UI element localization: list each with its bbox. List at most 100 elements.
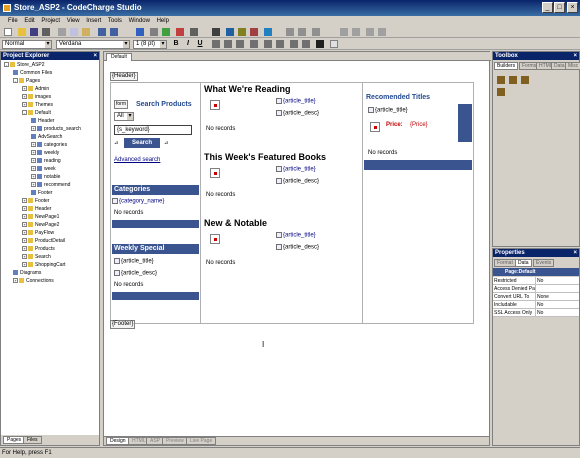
save-icon[interactable] [30, 28, 38, 36]
record-icon[interactable] [162, 28, 170, 36]
category-select[interactable]: All [114, 112, 134, 121]
new-icon[interactable] [4, 28, 12, 36]
tab-files[interactable]: Files [23, 436, 42, 444]
expand-icon[interactable]: + [31, 158, 36, 164]
tree-item[interactable]: + NewPage2 [22, 222, 59, 229]
expand-icon[interactable]: + [31, 174, 36, 180]
expand-icon[interactable]: + [22, 94, 27, 100]
pointer-icon[interactable] [212, 28, 220, 36]
expand-icon[interactable]: + [31, 126, 36, 132]
collapse-icon[interactable]: - [4, 62, 9, 68]
style-select[interactable]: Normal [2, 40, 52, 49]
prop-tab-events[interactable]: Events [533, 259, 555, 267]
record-builder-icon[interactable] [509, 76, 517, 84]
expand-icon[interactable]: + [22, 102, 27, 108]
menu-builder-icon[interactable] [497, 88, 505, 96]
align-icon[interactable] [286, 28, 294, 36]
recommend-title-field[interactable]: {article_title} [375, 108, 408, 114]
font-select[interactable]: Verdana [56, 40, 130, 49]
split-cells-icon[interactable] [352, 28, 360, 36]
keyword-input[interactable]: {s_keyword} [114, 125, 192, 135]
copy-icon[interactable] [70, 28, 78, 36]
close-icon[interactable]: × [573, 249, 577, 257]
reading-desc-field[interactable]: {article_desc} [283, 111, 319, 117]
insert-row-icon[interactable] [366, 28, 374, 36]
notable-desc-field[interactable]: {article_desc} [283, 245, 319, 251]
italic-button[interactable]: I [184, 40, 192, 48]
tree-item[interactable]: + reading [31, 158, 61, 165]
bullet-list-icon[interactable] [264, 40, 272, 48]
undo-icon[interactable] [98, 28, 106, 36]
grid-icon[interactable] [150, 28, 158, 36]
tree-item[interactable]: + ProductDetail [22, 238, 65, 245]
close-button[interactable]: × [567, 2, 578, 13]
tab-live-page[interactable]: Live Page [186, 437, 217, 445]
publish-icon[interactable] [264, 28, 272, 36]
expand-icon[interactable]: + [22, 198, 27, 204]
merge-cells-icon[interactable] [340, 28, 348, 36]
property-row[interactable]: Access Denied Pa [493, 285, 579, 293]
notable-title-field[interactable]: {article_title} [283, 233, 316, 239]
menu-edit[interactable]: Edit [24, 18, 34, 24]
tree-item[interactable]: + Products [22, 246, 55, 253]
expand-icon[interactable]: + [22, 206, 27, 212]
text-color-icon[interactable] [316, 40, 324, 48]
debug-icon[interactable] [250, 28, 258, 36]
search-builder-icon[interactable] [176, 28, 184, 36]
tree-item[interactable]: + Header [22, 206, 51, 213]
tree-item[interactable]: + products_search [31, 126, 81, 133]
tree-item[interactable]: + Connections [13, 278, 54, 285]
menu-window[interactable]: Window [129, 18, 150, 24]
close-icon[interactable]: × [93, 52, 97, 60]
align-left-icon[interactable] [212, 40, 220, 48]
property-row[interactable]: SSL Access Only No [493, 309, 579, 317]
tree-item[interactable]: AdvSearch [31, 134, 62, 141]
open-icon[interactable] [18, 28, 26, 36]
footer-include[interactable]: {Footer} [110, 320, 136, 329]
expand-icon[interactable]: + [22, 214, 27, 220]
minimize-button[interactable]: _ [542, 2, 553, 13]
align-center-icon[interactable] [224, 40, 232, 48]
tree-item[interactable]: + Admin [22, 86, 49, 93]
expand-icon[interactable]: + [31, 150, 36, 156]
collapse-icon[interactable]: - [22, 110, 27, 116]
indent-icon[interactable] [298, 28, 306, 36]
property-row[interactable]: Convert URL To None [493, 293, 579, 301]
featured-title-field[interactable]: {article_title} [283, 167, 316, 173]
tree-item[interactable]: - Pages [13, 78, 40, 85]
tree-item[interactable]: + Search [22, 254, 51, 261]
tree-item[interactable]: Header [31, 118, 54, 125]
advanced-search-link[interactable]: Advanced search [114, 157, 160, 163]
tree-item[interactable]: Diagrams [13, 270, 41, 277]
tab-design[interactable]: Design [106, 437, 130, 445]
justify-icon[interactable] [250, 40, 258, 48]
property-row[interactable]: Restricted No [493, 277, 579, 285]
save-all-icon[interactable] [42, 28, 50, 36]
tree-item[interactable]: - Store_ASP2 [4, 62, 45, 69]
expand-icon[interactable]: + [22, 222, 27, 228]
cut-icon[interactable] [58, 28, 66, 36]
expand-icon[interactable]: + [22, 86, 27, 92]
expand-icon[interactable]: + [22, 246, 27, 252]
redo-icon[interactable] [110, 28, 118, 36]
expand-icon[interactable]: + [22, 230, 27, 236]
insert-column-icon[interactable] [378, 28, 386, 36]
expand-icon[interactable]: + [22, 254, 27, 260]
collapse-icon[interactable]: - [13, 78, 18, 84]
property-value[interactable]: No [537, 277, 543, 285]
menu-file[interactable]: File [8, 18, 18, 24]
reading-title-field[interactable]: {article_title} [283, 99, 316, 105]
close-icon[interactable]: × [573, 52, 577, 60]
component-icon[interactable] [190, 28, 198, 36]
menu-project[interactable]: Project [41, 18, 60, 24]
expand-icon[interactable]: + [31, 166, 36, 172]
menu-tools[interactable]: Tools [108, 18, 122, 24]
toolbox-tab-builders[interactable]: Builders [494, 62, 519, 70]
paste-icon[interactable] [82, 28, 90, 36]
search-builder-tool-icon[interactable] [521, 76, 529, 84]
prop-tab-data[interactable]: Data [515, 259, 532, 267]
property-row[interactable]: Includable No [493, 301, 579, 309]
numbered-list-icon[interactable] [276, 40, 284, 48]
tree-item[interactable]: Common Files [13, 70, 52, 77]
tree-item[interactable]: + Footer [22, 198, 49, 205]
